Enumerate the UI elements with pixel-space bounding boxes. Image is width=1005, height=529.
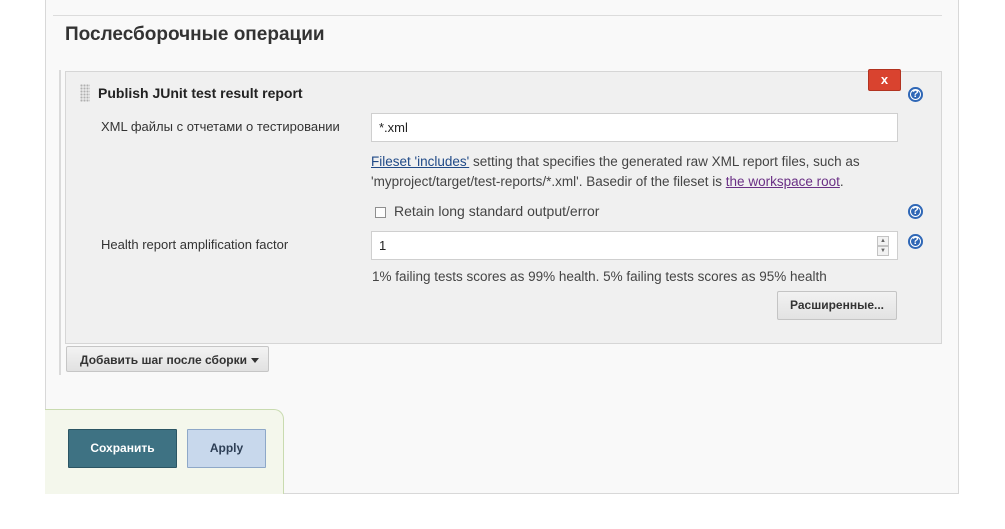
xml-files-input[interactable]: [371, 113, 898, 142]
divider: [53, 15, 942, 16]
help-icon[interactable]: ?: [908, 234, 923, 249]
workspace-root-link[interactable]: the workspace root: [726, 174, 840, 189]
stepper-up-icon[interactable]: ▲: [877, 236, 889, 246]
stepper-down-icon[interactable]: ▼: [877, 246, 889, 256]
apply-button[interactable]: Apply: [187, 429, 266, 468]
health-factor-label: Health report amplification factor: [101, 237, 289, 252]
delete-step-button[interactable]: x: [868, 69, 901, 91]
advanced-button[interactable]: Расширенные...: [777, 291, 897, 320]
xml-files-help: Fileset 'includes' setting that specifie…: [371, 152, 901, 192]
save-button[interactable]: Сохранить: [68, 429, 177, 468]
help-icon[interactable]: ?: [908, 87, 923, 102]
fileset-includes-link[interactable]: Fileset 'includes': [371, 154, 469, 169]
health-factor-help: 1% failing tests scores as 99% health. 5…: [372, 269, 827, 284]
retain-output-label[interactable]: Retain long standard output/error: [394, 203, 599, 219]
retain-output-checkbox[interactable]: [375, 207, 386, 218]
chevron-down-icon: [251, 358, 259, 363]
help-icon[interactable]: ?: [908, 204, 923, 219]
add-step-label: Добавить шаг после сборки: [80, 353, 247, 367]
help-text-end: .: [839, 174, 844, 189]
section-guide-line: [59, 70, 61, 375]
drag-handle-icon[interactable]: [80, 84, 90, 102]
health-factor-input[interactable]: [371, 231, 898, 260]
number-stepper[interactable]: ▲ ▼: [877, 236, 889, 256]
xml-files-label: XML файлы с отчетами о тестировании: [101, 119, 340, 134]
step-title: Publish JUnit test result report: [98, 85, 303, 101]
section-title: Послесборочные операции: [65, 24, 325, 45]
add-post-build-step-button[interactable]: Добавить шаг после сборки: [66, 346, 269, 372]
